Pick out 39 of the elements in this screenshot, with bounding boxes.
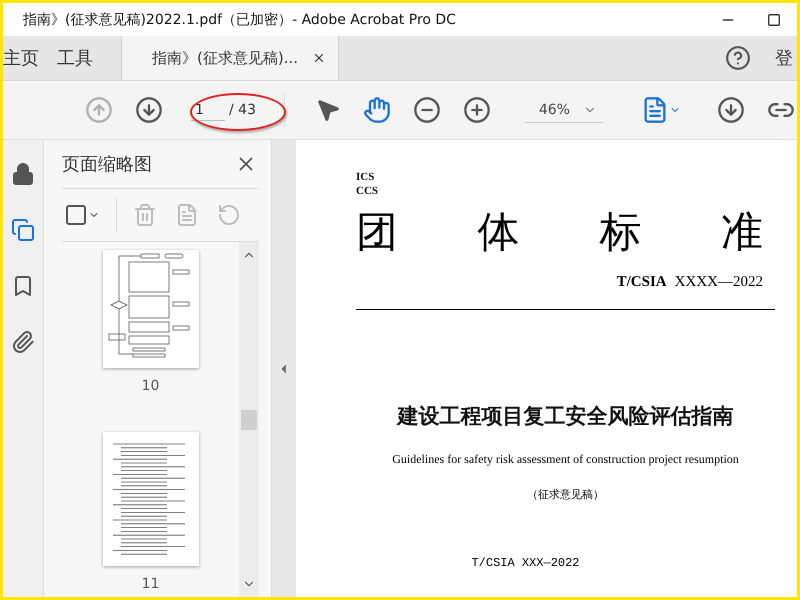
- scrollbar[interactable]: [239, 242, 259, 597]
- zoom-dropdown[interactable]: 46%: [524, 98, 603, 122]
- rotate-icon: [217, 203, 241, 227]
- pages-icon: [11, 218, 35, 242]
- page-number: 10: [142, 378, 160, 394]
- account-label[interactable]: 登: [775, 46, 793, 70]
- keyboard-download-button[interactable]: [715, 94, 747, 126]
- download-icon: [717, 96, 745, 124]
- heading-character: 团: [356, 206, 398, 258]
- document-subtitle: Guidelines for safety risk assessment of construction project resumption: [391, 452, 740, 467]
- document-title: 建设工程项目复工安全风险评估指南: [395, 403, 734, 430]
- heading-character: 准: [720, 206, 763, 258]
- tab[interactable]: 指南》(征求意见稿)...: [121, 36, 340, 80]
- sidebar-tab[interactable]: [9, 216, 37, 244]
- standard-prefix: T/CSIA: [616, 274, 667, 291]
- panel-title: 页面缩略图: [62, 153, 152, 176]
- trash-icon: [133, 203, 157, 227]
- window-title: 指南》(征求意见稿)2022.1.pdf（已加密）- Adobe Acrobat Pro DC: [23, 10, 457, 28]
- scrollbar-thumb[interactable]: [241, 410, 257, 430]
- text-page-thumbnail[interactable]: [102, 432, 198, 566]
- standard-code: XXXX—2022: [674, 274, 763, 291]
- draft-status: （征求意见稿）: [526, 487, 605, 502]
- lock-icon: [11, 162, 35, 186]
- paperclip-icon: [11, 330, 35, 354]
- maximize-icon[interactable]: [767, 12, 781, 26]
- page-number-field[interactable]: 1: [191, 100, 225, 120]
- doc-text: ICS: [356, 170, 376, 184]
- page-footer: T/CSIA XXX—2022: [356, 556, 695, 570]
- heading-character: 体: [478, 206, 520, 258]
- page-extract-icon: [175, 203, 199, 227]
- heading-character: 标: [599, 206, 642, 258]
- tab[interactable]: 工具: [57, 36, 111, 80]
- next-page-button[interactable]: [133, 94, 165, 126]
- doc-text: CCS: [356, 184, 380, 198]
- page-total: / 43: [229, 102, 256, 118]
- help-icon[interactable]: [725, 45, 751, 71]
- page-number: 11: [142, 576, 160, 592]
- tab[interactable]: 主页: [3, 36, 57, 80]
- flowchart-page-thumbnail[interactable]: [102, 250, 198, 368]
